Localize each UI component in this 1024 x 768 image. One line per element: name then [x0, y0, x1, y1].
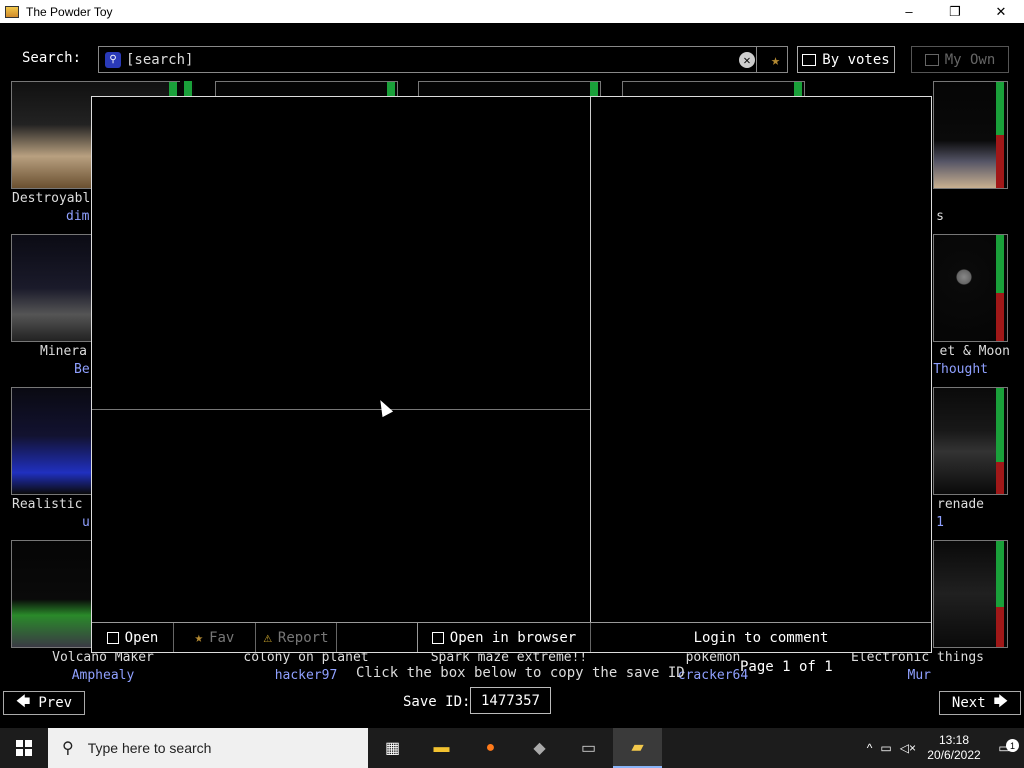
dialog-action-bar: Open ★ Fav ⚠ Report Open in browser Logi… [92, 622, 931, 652]
taskbar-search-placeholder: Type here to search [87, 740, 212, 756]
open-in-browser-button[interactable]: Open in browser [417, 623, 591, 652]
star-icon: ★ [194, 629, 204, 646]
search-input-value: [search] [126, 51, 194, 68]
terminal-icon[interactable]: ▭ [564, 728, 613, 768]
window-titlebar: The Powder Toy – ❐ ✕ [0, 0, 1024, 23]
search-icon: ⚲ [62, 740, 74, 757]
login-to-comment-button[interactable]: Login to comment [591, 623, 931, 652]
restore-button[interactable]: ❐ [932, 0, 978, 23]
favourites-star-icon[interactable]: ★ [771, 51, 780, 69]
fav-button[interactable]: ★ Fav [174, 623, 256, 652]
page-info: Page 1 of 1 [740, 659, 833, 675]
save-id-label: Save ID: [403, 694, 471, 710]
vote-bar [794, 82, 802, 97]
minimize-button[interactable]: – [886, 0, 932, 23]
chevron-up-icon[interactable]: ^ [867, 741, 873, 755]
task-view-icon[interactable]: ▦ [368, 728, 417, 768]
volume-muted-icon[interactable]: ◁× [900, 741, 916, 755]
save-preview-image [934, 388, 997, 494]
folder-icon [924, 53, 939, 66]
save-thumbnail[interactable] [933, 540, 1008, 648]
sort-by-votes-label: By votes [822, 51, 890, 68]
report-label: Report [277, 629, 329, 646]
notifications-button[interactable]: ▭ 1 [984, 739, 1024, 755]
save-thumbnail[interactable] [933, 387, 1008, 495]
open-button[interactable]: Open [92, 623, 174, 652]
open-in-browser-label: Open in browser [449, 629, 577, 646]
prev-label: Prev [38, 695, 73, 711]
powder-toy-taskbar-icon[interactable]: ▰ [613, 728, 662, 768]
save-author[interactable]: Amphealy [8, 668, 198, 683]
dialog-divider [590, 97, 591, 652]
my-own-button[interactable]: My Own [911, 46, 1009, 73]
clock-date: 20/6/2022 [927, 748, 981, 762]
save-preview-image [934, 235, 997, 341]
warning-icon: ⚠ [263, 629, 272, 646]
next-label: Next [951, 695, 986, 711]
close-button[interactable]: ✕ [978, 0, 1024, 23]
save-thumbnail[interactable] [933, 234, 1008, 342]
save-thumbnail[interactable] [933, 81, 1008, 189]
vote-bar [387, 82, 395, 97]
window-title: The Powder Toy [26, 4, 113, 19]
window-controls: – ❐ ✕ [886, 0, 1024, 23]
arrow-left-icon: 🡄 [15, 694, 31, 710]
powder-toy-app-icon [5, 5, 19, 18]
save-preview-image [934, 541, 997, 647]
prev-page-button[interactable]: 🡄 Prev [3, 691, 85, 715]
taskbar-search-box[interactable]: ⚲ Type here to search [48, 728, 368, 768]
notification-count-badge: 1 [1006, 739, 1019, 752]
sort-icon [802, 53, 817, 66]
game-canvas: Search: ⚲ [search] ✕ ★ By votes My Own D… [0, 23, 1024, 728]
firefox-icon[interactable]: ● [466, 728, 515, 768]
external-link-icon [431, 631, 444, 644]
action-bar-spacer [337, 623, 417, 652]
windows-logo-icon [16, 740, 32, 756]
network-icon[interactable]: ▭ [880, 741, 891, 755]
save-preview-image [934, 82, 997, 188]
vote-bar [996, 388, 1004, 494]
save-thumbnail[interactable] [180, 81, 194, 97]
vote-bar [590, 82, 598, 97]
search-icon: ⚲ [105, 51, 121, 68]
search-label: Search: [22, 50, 82, 66]
vote-bar [996, 541, 1004, 647]
save-thumbnail[interactable] [418, 81, 601, 97]
clock[interactable]: 13:18 20/6/2022 [924, 733, 984, 763]
open-icon [106, 631, 119, 644]
search-divider [756, 47, 757, 72]
windows-taskbar: ⚲ Type here to search ▦ ▬ ● ◆ ▭ ▰ ^ ▭ ◁×… [0, 728, 1024, 768]
start-button[interactable] [0, 728, 48, 768]
vote-bar [184, 81, 192, 97]
app-icon[interactable]: ◆ [515, 728, 564, 768]
open-label: Open [124, 629, 159, 646]
mouse-cursor-icon [375, 397, 394, 418]
sort-by-votes-button[interactable]: By votes [797, 46, 895, 73]
next-page-button[interactable]: Next 🡆 [939, 691, 1021, 715]
my-own-label: My Own [944, 51, 996, 68]
vote-bar [996, 235, 1004, 341]
save-author[interactable]: Mur [835, 668, 931, 683]
clear-search-icon[interactable]: ✕ [739, 52, 755, 68]
arrow-right-icon: 🡆 [993, 694, 1009, 710]
login-to-comment-label: Login to comment [693, 629, 829, 646]
save-thumbnail[interactable] [215, 81, 398, 97]
file-explorer-icon[interactable]: ▬ [417, 728, 466, 768]
copy-id-hint: Click the box below to copy the save ID [356, 665, 685, 681]
report-button[interactable]: ⚠ Report [256, 623, 337, 652]
vote-bar [996, 82, 1004, 188]
clock-time: 13:18 [938, 733, 970, 747]
fav-label: Fav [209, 629, 235, 646]
save-id-copy-box[interactable]: 1477357 [470, 687, 551, 714]
save-thumbnail[interactable] [622, 81, 805, 97]
search-input[interactable]: ⚲ [search] ✕ ★ [98, 46, 788, 73]
system-tray: ^ ▭ ◁× 13:18 20/6/2022 ▭ 1 [867, 728, 1024, 768]
save-preview-dialog: Open ★ Fav ⚠ Report Open in browser Logi… [91, 96, 932, 653]
preview-info-divider [92, 409, 590, 410]
